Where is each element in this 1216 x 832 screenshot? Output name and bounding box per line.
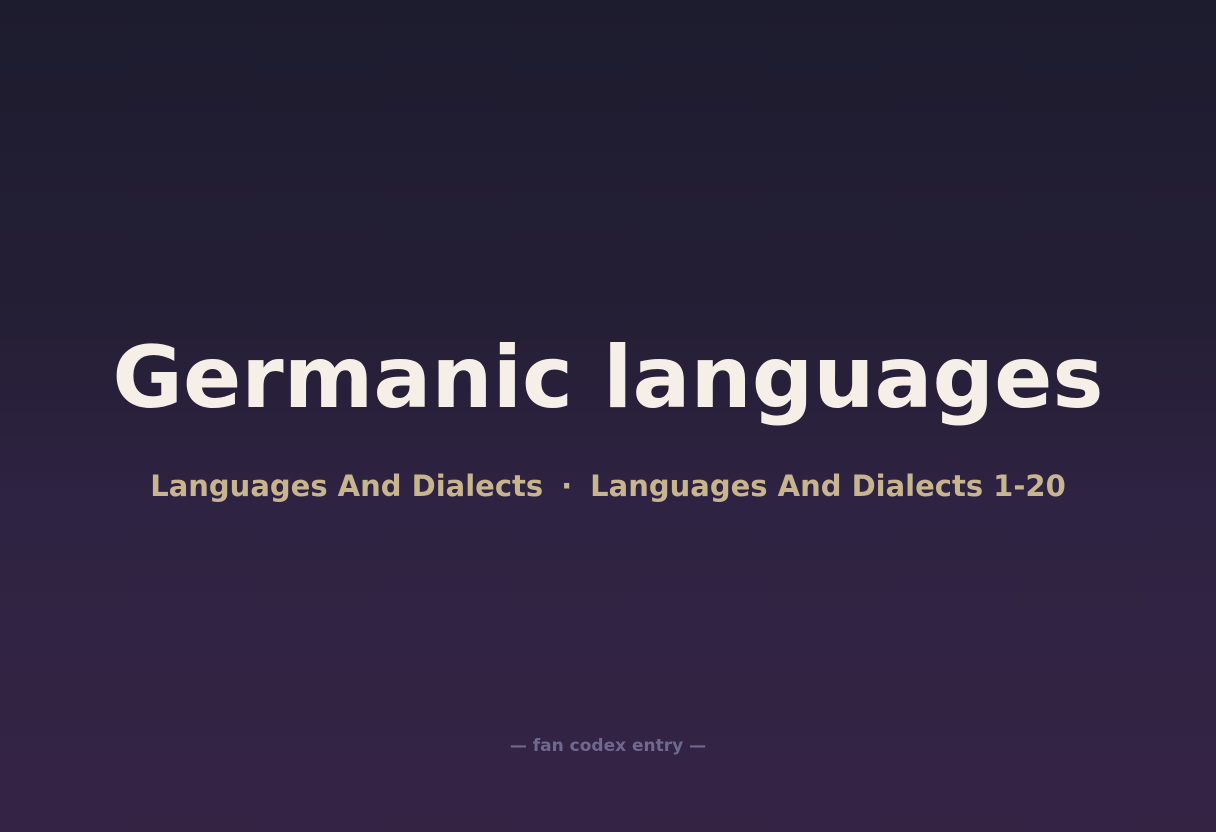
footer-caption: — fan codex entry — bbox=[509, 736, 707, 756]
subtitle-separator: · bbox=[561, 469, 573, 503]
subtitle: Languages And Dialects · Languages And Dia… bbox=[0, 466, 1216, 506]
subtitle-range: Languages And Dialects 1-20 bbox=[590, 469, 1066, 503]
subtitle-category: Languages And Dialects bbox=[150, 469, 544, 503]
page-title: Germanic languages bbox=[112, 328, 1104, 428]
